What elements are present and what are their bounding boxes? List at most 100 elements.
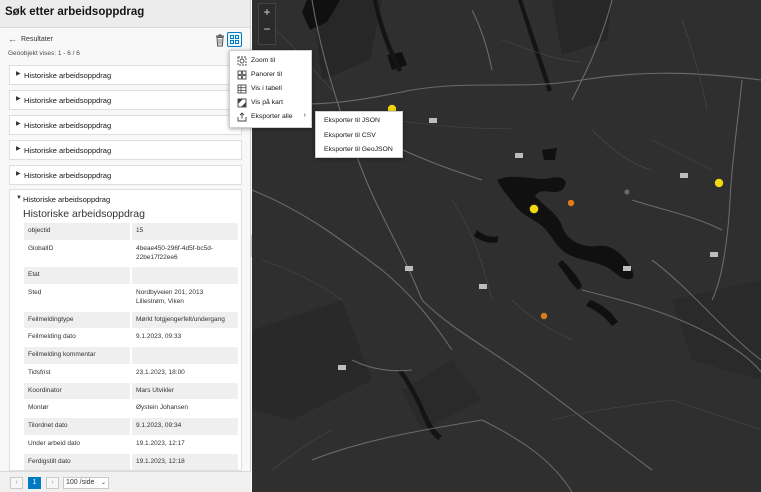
- list-item[interactable]: ▶ Historiske arbeidsoppdrag: [9, 90, 242, 110]
- export-submenu: Eksporter til JSON Eksporter til CSV Eks…: [315, 111, 403, 158]
- list-item-title: Historiske arbeidsoppdrag: [24, 146, 112, 155]
- attribute-row: objectid 15: [24, 223, 238, 241]
- menu-item-pan-to[interactable]: Panorer til: [230, 68, 313, 82]
- menu-item-label: Vis på kart: [251, 99, 283, 106]
- attribute-value: 9.1.2023, 09:33: [130, 328, 238, 348]
- zoom-control: + −: [258, 3, 276, 45]
- attribute-key: Tilordnet dato: [24, 417, 131, 436]
- menu-item-show-on-map[interactable]: Vis på kart: [230, 96, 313, 110]
- list-item-title: Historiske arbeidsoppdrag: [24, 171, 112, 180]
- attribute-row: Montør Øystein Johansen: [24, 399, 238, 419]
- panel-title: Søk etter arbeidsoppdrag: [5, 6, 145, 18]
- results-label[interactable]: Resultater: [21, 36, 53, 43]
- attribute-row: Feilmelding kommentar: [24, 346, 238, 365]
- attribute-row: GlobalID 4beae450-296f-4d5f-bc5d-22be17f2…: [24, 240, 238, 268]
- list-item-title: Historiske arbeidsoppdrag: [24, 96, 112, 105]
- attribute-row: Etat: [24, 266, 238, 286]
- feature-count-text: Geoobjekt vises: 1 - 6 / 6: [8, 50, 80, 57]
- attribute-value: 9.1.2023, 09:34: [130, 417, 238, 436]
- chevron-right-icon: ▶: [16, 121, 21, 127]
- export-json-item[interactable]: Eksporter til JSON: [324, 117, 380, 124]
- list-item[interactable]: ▶ Historiske arbeidsoppdrag: [9, 165, 242, 185]
- attribute-value: Øystein Johansen: [130, 399, 238, 419]
- clear-results-button[interactable]: [214, 34, 226, 47]
- menu-item-label: Panorer til: [251, 71, 282, 78]
- menu-item-show-table[interactable]: Vis i tabell: [230, 82, 313, 96]
- attribute-row: Ferdigstilt dato 19.1.2023, 12:18: [24, 453, 238, 470]
- attribute-value: 19.1.2023, 12:17: [130, 435, 238, 454]
- chevron-right-icon: ▶: [16, 146, 21, 152]
- attribute-row: Feilmeldingtype Mørkt fotgjengerfelt/unde…: [24, 311, 238, 330]
- chevron-right-icon: ›: [303, 112, 306, 119]
- attribute-row: Koordinator Mars Utvikler: [24, 382, 238, 401]
- menu-item-label: Zoom til: [251, 57, 276, 64]
- zoom-in-button[interactable]: +: [259, 4, 275, 21]
- grid-actions-icon: [230, 35, 239, 44]
- list-item-title: Historiske arbeidsoppdrag: [24, 121, 112, 130]
- popup-heading: Historiske arbeidsoppdrag: [23, 208, 145, 220]
- attribute-key: Sted: [24, 284, 131, 312]
- list-item[interactable]: ▶ Historiske arbeidsoppdrag: [9, 65, 242, 85]
- attribute-key: Feilmelding dato: [24, 328, 131, 348]
- list-item-title: Historiske arbeidsoppdrag: [24, 71, 112, 80]
- attribute-row: Tidsfrist 23.1.2023, 18:00: [24, 364, 238, 383]
- panel-header: Søk etter arbeidsoppdrag: [0, 0, 250, 28]
- attribute-key: Tidsfrist: [24, 364, 131, 383]
- chevron-right-icon: ▶: [16, 96, 21, 102]
- table-icon: [237, 84, 247, 94]
- attribute-value: [130, 266, 238, 286]
- search-panel: Søk etter arbeidsoppdrag ← Resultater Ge…: [0, 0, 251, 492]
- attribute-key: Feilmeldingtype: [24, 311, 131, 330]
- attribute-value: Mørkt fotgjengerfelt/undergang: [130, 311, 238, 330]
- page-size-unit: /side: [79, 479, 95, 486]
- attribute-value: 4beae450-296f-4d5f-bc5d-22be17f22ee6: [130, 240, 238, 268]
- expanded-list-item: ▼ Historiske arbeidsoppdrag Historiske a…: [9, 189, 242, 471]
- menu-item-label: Eksporter alle: [251, 113, 293, 120]
- actions-menu: Zoom til Panorer til Vis i tabell Vis på…: [229, 50, 312, 128]
- attribute-key: Montør: [24, 399, 131, 419]
- list-item[interactable]: ▶ Historiske arbeidsoppdrag: [9, 115, 242, 135]
- chevron-right-icon: ▶: [16, 71, 21, 77]
- attribute-table: objectid 15 GlobalID 4beae450-296f-4d5f-bc5…: [24, 223, 238, 470]
- page-size-value: 100: [66, 479, 78, 486]
- attribute-value: 15: [130, 223, 238, 241]
- next-page-button[interactable]: ›: [46, 477, 59, 489]
- attribute-key: Ferdigstilt dato: [24, 453, 131, 470]
- zoom-out-button[interactable]: −: [259, 21, 275, 38]
- list-item[interactable]: ▶ Historiske arbeidsoppdrag: [9, 140, 242, 160]
- attribute-key: Under arbeid dato: [24, 435, 131, 454]
- actions-menu-button[interactable]: [227, 32, 242, 47]
- list-item-title[interactable]: Historiske arbeidsoppdrag: [23, 195, 110, 204]
- page-number-button[interactable]: 1: [28, 477, 41, 489]
- export-geojson-item[interactable]: Eksporter til GeoJSON: [324, 146, 393, 153]
- attribute-value: 19.1.2023, 12:18: [130, 453, 238, 470]
- show-on-map-icon: [237, 98, 247, 108]
- chevron-down-icon[interactable]: ▼: [16, 195, 22, 201]
- attribute-value: Nordbyveien 201, 2013 Lillestrøm, Viken: [130, 284, 238, 312]
- menu-item-label: Vis i tabell: [251, 85, 282, 92]
- attribute-key: objectid: [24, 223, 131, 241]
- chevron-down-icon: ⌄: [100, 480, 106, 486]
- trash-icon: [216, 34, 224, 47]
- attribute-value: Mars Utvikler: [130, 382, 238, 401]
- back-arrow-icon[interactable]: ←: [8, 34, 17, 44]
- attribute-row: Under arbeid dato 19.1.2023, 12:17: [24, 435, 238, 454]
- attribute-row: Tilordnet dato 9.1.2023, 09:34: [24, 417, 238, 436]
- menu-item-export-all[interactable]: Eksporter alle ›: [230, 110, 313, 124]
- menu-item-zoom-to[interactable]: Zoom til: [230, 54, 313, 68]
- attribute-row: Feilmelding dato 9.1.2023, 09:33: [24, 328, 238, 348]
- export-csv-item[interactable]: Eksporter til CSV: [324, 132, 376, 139]
- attribute-key: Feilmelding kommentar: [24, 346, 131, 365]
- attribute-value: [130, 346, 238, 365]
- page-size-select[interactable]: 100 /side ⌄: [63, 477, 109, 489]
- basemap: [252, 0, 761, 492]
- zoom-to-icon: [237, 56, 247, 66]
- map-view[interactable]: [252, 0, 761, 492]
- attribute-key: GlobalID: [24, 240, 131, 268]
- attribute-key: Koordinator: [24, 382, 131, 401]
- export-icon: [237, 112, 247, 122]
- attribute-value: 23.1.2023, 18:00: [130, 364, 238, 383]
- pagination: ‹ 1 › 100 /side ⌄: [0, 471, 251, 492]
- attribute-row: Sted Nordbyveien 201, 2013 Lillestrøm, Vi…: [24, 284, 238, 312]
- prev-page-button[interactable]: ‹: [10, 477, 23, 489]
